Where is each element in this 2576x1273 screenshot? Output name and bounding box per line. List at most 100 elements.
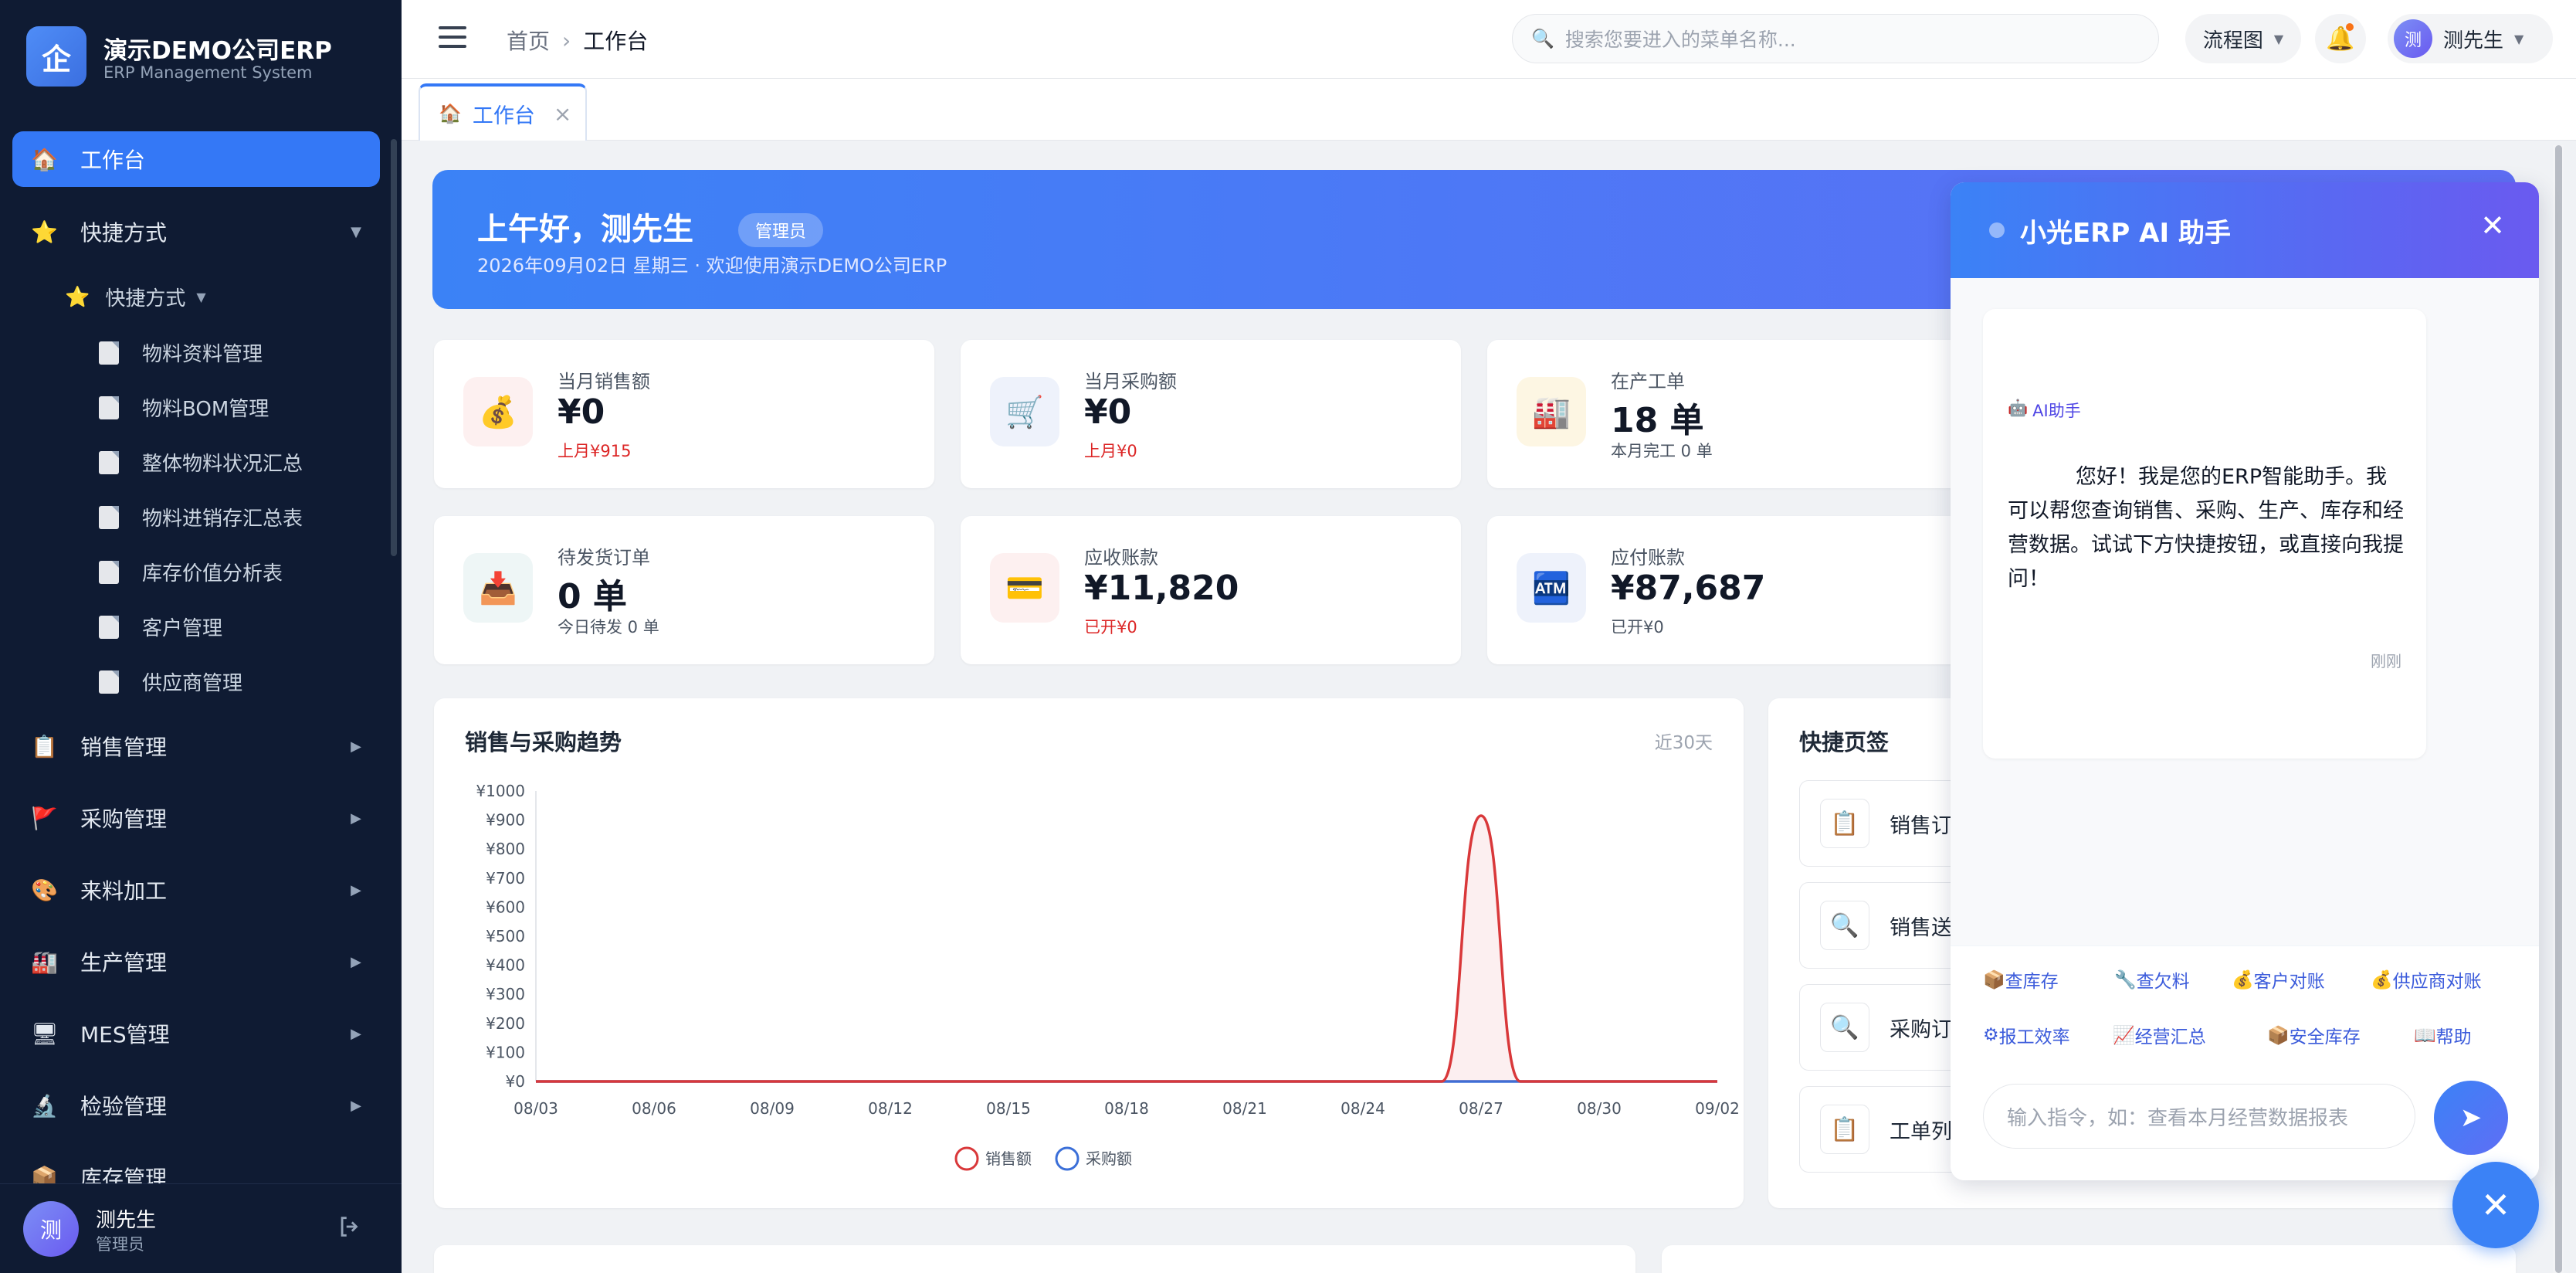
chip-check-inventory[interactable]: 📦 查库存 <box>1983 966 2059 993</box>
send-button[interactable]: ➤ <box>2434 1081 2508 1155</box>
x-tick-label: 08/12 <box>868 1099 913 1118</box>
chip-business-summary[interactable]: 📈 经营汇总 <box>2113 1022 2206 1048</box>
sidebar-item-label: MES管理 <box>80 1022 170 1047</box>
document-icon <box>99 615 119 639</box>
sidebar-item-customers[interactable]: 客户管理 <box>99 613 222 641</box>
stat-card-purchase[interactable]: 🛒 当月采购额 ¥0 上月¥0 <box>961 340 1461 488</box>
star-icon: ⭐ <box>31 219 58 245</box>
sidebar-scrollbar[interactable] <box>391 139 397 556</box>
caret-right-icon: ▶ <box>351 810 361 827</box>
x-tick-label: 08/27 <box>1459 1099 1503 1118</box>
close-icon[interactable]: ✕ <box>2480 209 2505 243</box>
caret-right-icon: ▶ <box>351 1097 361 1114</box>
search-box[interactable]: 🔍 搜索您要进入的菜单名称... <box>1512 14 2159 63</box>
chip-help[interactable]: 📖 帮助 <box>2414 1022 2472 1048</box>
notification-bell-icon[interactable]: 🔔 <box>2315 14 2366 63</box>
trend-chart-card: 销售与采购趋势 近30天 ¥0 ¥100 ¥200 ¥300 ¥400 ¥500 ¥600 ¥… <box>434 698 1744 1208</box>
quick-tab-label: 销售订 <box>1890 813 1952 838</box>
ai-panel-header: 小光ERP AI 助手 ✕ <box>1951 182 2539 278</box>
palette-icon: 🎨 <box>31 877 58 903</box>
ai-message-bubble: 🤖 AI助手 您好！我是您的ERP智能助手。我可以帮您查询销售、采购、生产、库存… <box>1983 309 2426 759</box>
ai-chat-area: 🤖 AI助手 您好！我是您的ERP智能助手。我可以帮您查询销售、采购、生产、库存… <box>1951 278 2539 945</box>
x-tick-label: 08/15 <box>986 1099 1031 1118</box>
sidebar-item-inventory-report[interactable]: 物料进销存汇总表 <box>99 503 303 531</box>
sidebar-item-suppliers[interactable]: 供应商管理 <box>99 667 242 696</box>
sidebar-item-bom[interactable]: 物料BOM管理 <box>99 393 269 422</box>
chip-safety-stock[interactable]: 📦 安全库存 <box>2267 1022 2361 1048</box>
y-tick-label: ¥300 <box>486 985 525 1003</box>
stat-label: 应付账款 <box>1611 547 1685 569</box>
stat-card-sales[interactable]: 💰 当月销售额 ¥0 上月¥915 <box>434 340 934 488</box>
sidebar-item-label: 物料进销存汇总表 <box>142 508 303 531</box>
sidebar-item-label: 供应商管理 <box>142 672 243 695</box>
sidebar-subgroup-shortcuts[interactable]: ⭐ 快捷方式 ▼ <box>65 283 206 311</box>
inbox-icon: 📥 <box>463 553 533 623</box>
clipboard-icon: 📋 <box>1820 799 1869 848</box>
bottom-card-right <box>1662 1245 2516 1273</box>
document-icon <box>99 670 119 694</box>
sidebar-item-material[interactable]: 物料资料管理 <box>99 338 263 367</box>
stat-card-payables[interactable]: 🏧 应付账款 ¥87,687 已开¥0 <box>1487 516 1988 664</box>
sidebar-group-shortcuts[interactable]: ⭐ 快捷方式 ▼ <box>12 204 380 260</box>
user-menu[interactable]: 测 测先生 ▼ <box>2388 14 2553 63</box>
sidebar-item-label: 物料BOM管理 <box>142 398 269 421</box>
sidebar-item-processing[interactable]: 🎨 来料加工 ▶ <box>12 862 380 918</box>
sidebar-item-purchase[interactable]: 🚩 采购管理 ▶ <box>12 790 380 846</box>
ai-sender: 🤖 AI助手 <box>2008 399 2081 422</box>
ai-message-time: 刚刚 <box>2371 652 2401 670</box>
chip-report-efficiency[interactable]: ⚙ 报工效率 <box>1983 1022 2070 1048</box>
caret-right-icon: ▶ <box>351 738 361 755</box>
stat-card-receivables[interactable]: 💳 应收账款 ¥11,820 已开¥0 <box>961 516 1461 664</box>
money-bag-icon: 💰 <box>2371 969 2393 990</box>
stat-label: 在产工单 <box>1611 371 1685 392</box>
page-scrollbar[interactable] <box>2555 145 2562 1273</box>
sidebar-item-inspection[interactable]: 🔬 检验管理 ▶ <box>12 1078 380 1133</box>
sidebar-item-stock-value[interactable]: 库存价值分析表 <box>99 558 283 586</box>
chip-check-shortage[interactable]: 🔧 查欠料 <box>2114 966 2190 993</box>
user-name: 测先生 <box>2443 29 2504 53</box>
y-tick-label: ¥900 <box>486 811 525 830</box>
chip-customer-reconcile[interactable]: 💰 客户对账 <box>2232 966 2325 993</box>
ai-chat-input[interactable]: 输入指令，如：查看本月经营数据报表 <box>1983 1084 2415 1149</box>
sidebar-item-workbench[interactable]: 🏠 工作台 <box>12 131 380 187</box>
x-tick-label: 08/18 <box>1104 1099 1149 1118</box>
ai-sender-label: AI助手 <box>2032 402 2081 420</box>
avatar[interactable]: 测 <box>23 1201 79 1257</box>
breadcrumb-home[interactable]: 首页 <box>507 25 550 56</box>
sidebar-item-label: 来料加工 <box>80 878 168 904</box>
logout-icon[interactable] <box>337 1214 363 1240</box>
menu-toggle-icon[interactable] <box>439 26 466 49</box>
document-icon <box>99 450 119 474</box>
stat-value: ¥87,687 <box>1611 569 1766 608</box>
sidebar-item-sales[interactable]: 📋 销售管理 ▶ <box>12 718 380 774</box>
x-tick-label: 08/24 <box>1341 1099 1385 1118</box>
sidebar-item-production[interactable]: 🏭 生产管理 ▶ <box>12 934 380 990</box>
close-icon[interactable]: × <box>554 101 571 127</box>
sidebar-item-mes[interactable]: 🖥 MES管理 ▶ <box>12 1006 380 1061</box>
flowchart-dropdown[interactable]: 流程图 ▼ <box>2185 14 2301 63</box>
search-icon: 🔍 <box>1531 28 1554 49</box>
chip-label: 客户对账 <box>2253 972 2325 992</box>
stat-card-pending-shipment[interactable]: 📥 待发货订单 0 单 今日待发 0 单 <box>434 516 934 664</box>
ai-fab-close-button[interactable]: ✕ <box>2452 1162 2539 1248</box>
stat-value: 0 单 <box>558 577 627 616</box>
sidebar-item-material-summary[interactable]: 整体物料状况汇总 <box>99 448 303 477</box>
stat-value: ¥11,820 <box>1084 569 1239 608</box>
stat-card-work-orders[interactable]: 🏭 在产工单 18 单 本月完工 0 单 <box>1487 340 1988 488</box>
quick-tab-label: 采购订 <box>1890 1017 1952 1042</box>
tab-workbench[interactable]: 🏠 工作台 × <box>419 83 587 141</box>
chip-supplier-reconcile[interactable]: 💰 供应商对账 <box>2371 966 2482 993</box>
caret-down-icon: ▼ <box>196 290 206 304</box>
credit-card-icon: 💳 <box>990 553 1059 623</box>
tab-label: 工作台 <box>472 104 535 128</box>
x-tick-label: 08/06 <box>632 1099 676 1118</box>
y-tick-label: ¥800 <box>486 840 525 858</box>
top-bar: 首页 › 工作台 🔍 搜索您要进入的菜单名称... 流程图 ▼ 🔔 测 测先生 … <box>402 0 2576 79</box>
stat-value: 18 单 <box>1611 401 1704 440</box>
app-title: 演示DEMO公司ERP <box>103 37 332 65</box>
chart-icon: 📈 <box>2113 1025 2135 1046</box>
chip-label: 帮助 <box>2435 1027 2472 1047</box>
search-input[interactable]: 搜索您要进入的菜单名称... <box>1565 25 1796 53</box>
clipboard-icon: 📋 <box>1820 1105 1869 1154</box>
home-icon: 🏠 <box>439 103 462 124</box>
